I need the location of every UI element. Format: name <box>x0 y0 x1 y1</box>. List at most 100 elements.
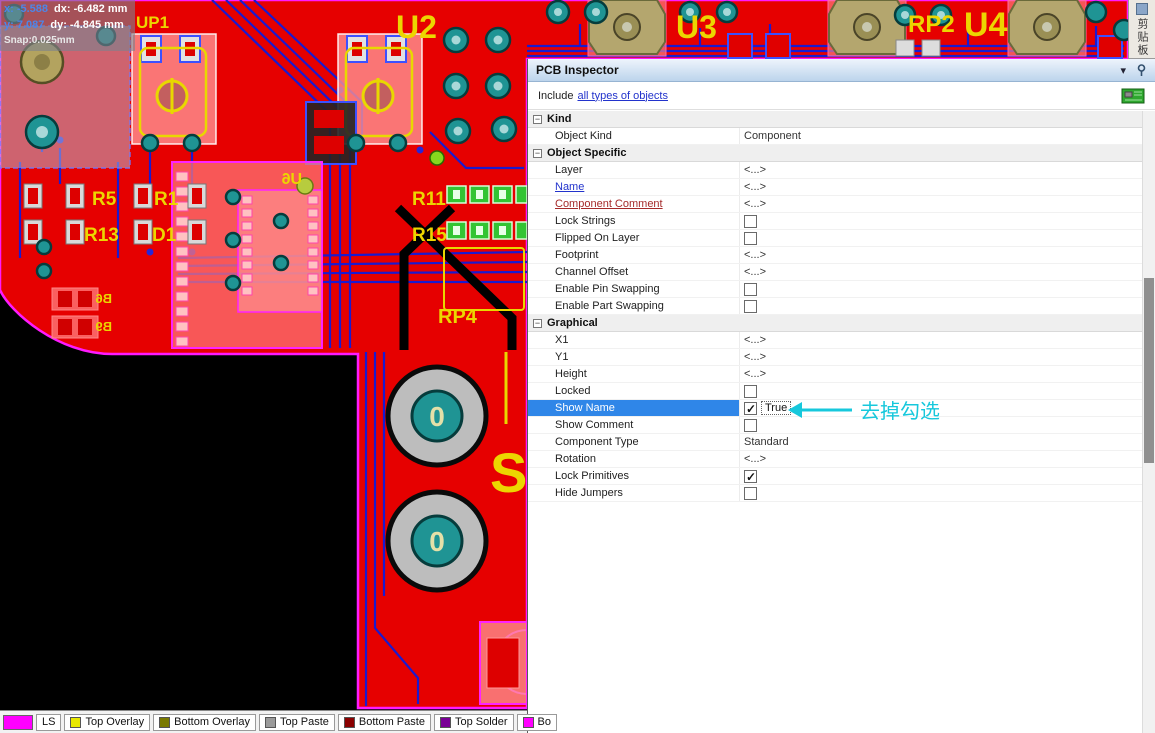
checkbox-show-name[interactable] <box>744 402 757 415</box>
layer-tab-label: Bottom Overlay <box>174 716 250 728</box>
checkbox-lock-strings[interactable] <box>744 215 757 228</box>
property-label: Channel Offset <box>528 264 740 280</box>
property-value[interactable] <box>740 298 1142 314</box>
property-value[interactable]: <...> <box>740 366 1142 382</box>
coord-dy: dy: -4.845 mm <box>50 19 123 31</box>
inspector-scrollbar[interactable] <box>1142 111 1155 733</box>
silkscreen-label-r5: R5 <box>92 189 117 210</box>
collapse-icon[interactable]: − <box>533 319 542 328</box>
coord-snap: Snap:0.025mm <box>4 34 127 49</box>
property-value[interactable]: <...> <box>740 247 1142 263</box>
checkbox-show-comment[interactable] <box>744 419 757 432</box>
component-up1[interactable] <box>132 34 216 144</box>
collapse-icon[interactable]: − <box>533 115 542 124</box>
property-label[interactable]: Component Comment <box>528 196 740 212</box>
property-value[interactable] <box>740 468 1142 484</box>
layer-tab-label: Bo <box>538 716 551 728</box>
inspector-title: PCB Inspector <box>536 63 1110 77</box>
property-value[interactable]: <...> <box>740 162 1142 178</box>
layer-tab-label: Top Paste <box>280 716 329 728</box>
property-label: Y1 <box>528 349 740 365</box>
layer-tab-bar: LSTop Overlay Bottom Overlay Top Paste Bott… <box>0 710 527 733</box>
checkbox-enable-part-swapping[interactable] <box>744 300 757 313</box>
layer-tab-ls[interactable]: LS <box>36 714 61 731</box>
property-label: Show Comment <box>528 417 740 433</box>
property-row-channel-offset[interactable]: Channel Offset<...> <box>528 264 1142 281</box>
silkscreen-label-0: 0 <box>429 401 445 432</box>
section-header-object-specific[interactable]: −Object Specific <box>528 145 1142 162</box>
property-row-footprint[interactable]: Footprint<...> <box>528 247 1142 264</box>
section-title: Object Specific <box>547 147 626 159</box>
property-label: Show Name <box>528 400 740 416</box>
value-text: <...> <box>744 162 766 178</box>
layer-tab-top-solder[interactable]: Top Solder <box>434 714 514 731</box>
property-label: X1 <box>528 332 740 348</box>
current-layer-swatch[interactable] <box>3 715 33 730</box>
checkbox-flipped-on-layer[interactable] <box>744 232 757 245</box>
layer-tab-label: Bottom Paste <box>359 716 425 728</box>
layer-tab-bottom-paste[interactable]: Bottom Paste <box>338 714 431 731</box>
annotation-arrow-icon <box>788 399 852 421</box>
panel-menu-arrow-icon[interactable]: ▾ <box>1120 64 1126 77</box>
property-row-lock-strings[interactable]: Lock Strings <box>528 213 1142 230</box>
property-row-hide-jumpers[interactable]: Hide Jumpers <box>528 485 1142 502</box>
layer-color-swatch <box>159 717 170 728</box>
property-value[interactable] <box>740 485 1142 501</box>
checkbox-hide-jumpers[interactable] <box>744 487 757 500</box>
layer-tab-top-paste[interactable]: Top Paste <box>259 714 335 731</box>
value-text: <...> <box>744 179 766 195</box>
silkscreen-label-rp4: RP4 <box>438 306 478 328</box>
property-row-object-kind[interactable]: Object KindComponent <box>528 128 1142 145</box>
property-row-name[interactable]: Name<...> <box>528 179 1142 196</box>
property-value[interactable]: <...> <box>740 179 1142 195</box>
green-test-point[interactable] <box>430 151 444 165</box>
layer-color-swatch <box>70 717 81 728</box>
property-row-enable-pin-swapping[interactable]: Enable Pin Swapping <box>528 281 1142 298</box>
property-value[interactable]: <...> <box>740 196 1142 212</box>
include-filter-link[interactable]: all types of objects <box>577 90 668 102</box>
layer-tab-bottom-overlay[interactable]: Bottom Overlay <box>153 714 256 731</box>
property-label: Locked <box>528 383 740 399</box>
property-value[interactable] <box>740 213 1142 229</box>
property-row-component-comment[interactable]: Component Comment<...> <box>528 196 1142 213</box>
property-row-flipped-on-layer[interactable]: Flipped On Layer <box>528 230 1142 247</box>
property-row-layer[interactable]: Layer<...> <box>528 162 1142 179</box>
property-row-enable-part-swapping[interactable]: Enable Part Swapping <box>528 298 1142 315</box>
property-row-height[interactable]: Height<...> <box>528 366 1142 383</box>
component-small-dark[interactable] <box>306 102 356 164</box>
property-row-x1[interactable]: X1<...> <box>528 332 1142 349</box>
property-row-lock-primitives[interactable]: Lock Primitives <box>528 468 1142 485</box>
annotation-callout: 去掉勾选 <box>788 395 940 424</box>
collapse-icon[interactable]: − <box>533 149 542 158</box>
checkbox-lock-primitives[interactable] <box>744 470 757 483</box>
property-row-rotation[interactable]: Rotation<...> <box>528 451 1142 468</box>
checkbox-enable-pin-swapping[interactable] <box>744 283 757 296</box>
coordinate-readout: x: -5.588dx: -6.482 mm y: 7.087dy: -4.84… <box>0 0 135 51</box>
layer-tab-label: Top Solder <box>455 716 508 728</box>
property-value[interactable]: Standard <box>740 434 1142 450</box>
property-label: Object Kind <box>528 128 740 144</box>
value-text: <...> <box>744 332 766 348</box>
property-value[interactable] <box>740 230 1142 246</box>
property-value[interactable]: <...> <box>740 349 1142 365</box>
property-row-y1[interactable]: Y1<...> <box>528 349 1142 366</box>
property-value[interactable]: <...> <box>740 451 1142 467</box>
property-value[interactable]: Component <box>740 128 1142 144</box>
property-row-component-type[interactable]: Component TypeStandard <box>528 434 1142 451</box>
checkbox-locked[interactable] <box>744 385 757 398</box>
layer-tab-top-overlay[interactable]: Top Overlay <box>64 714 150 731</box>
layer-tab-bo[interactable]: Bo <box>517 714 557 731</box>
property-label[interactable]: Name <box>528 179 740 195</box>
property-value[interactable]: <...> <box>740 264 1142 280</box>
section-header-kind[interactable]: −Kind <box>528 111 1142 128</box>
include-label: Include <box>538 90 573 102</box>
value-text: <...> <box>744 196 766 212</box>
pin-icon[interactable] <box>1136 64 1147 77</box>
section-header-graphical[interactable]: −Graphical <box>528 315 1142 332</box>
property-value[interactable]: <...> <box>740 332 1142 348</box>
scrollbar-thumb[interactable] <box>1144 278 1154 463</box>
property-label: Height <box>528 366 740 382</box>
property-label: Component Type <box>528 434 740 450</box>
docked-panel-tab[interactable]: 剪贴板 <box>1128 0 1155 59</box>
property-value[interactable] <box>740 281 1142 297</box>
